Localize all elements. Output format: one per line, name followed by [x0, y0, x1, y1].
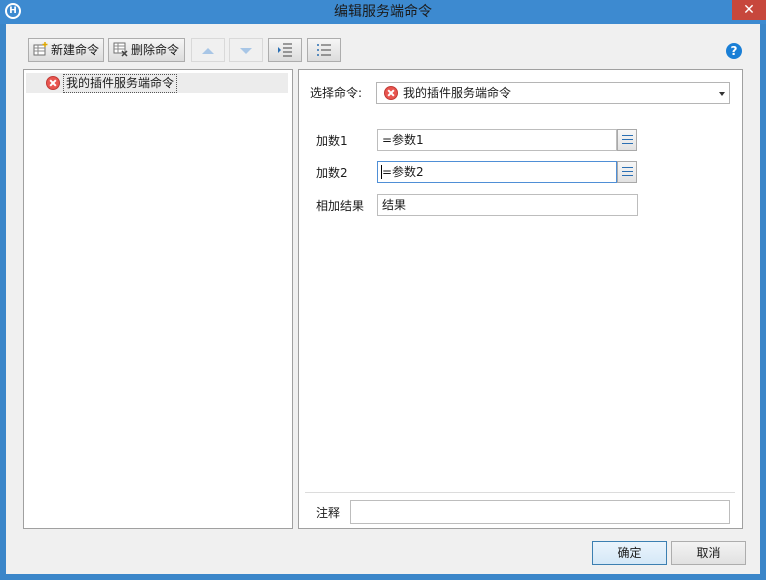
chevron-down-icon [719, 92, 725, 96]
new-command-icon [33, 42, 48, 56]
arrow-down-icon [240, 48, 252, 54]
delete-command-button[interactable]: 删除命令 [108, 38, 185, 62]
dialog-window: H 编辑服务端命令 ✕ 新建命令 删除命令 ? 我的插件服务端命令 选择命令: … [0, 0, 766, 580]
delete-command-icon [113, 42, 128, 57]
result-label: 相加结果 [316, 199, 365, 213]
command-tree[interactable]: 我的插件服务端命令 [23, 69, 293, 529]
error-circle-icon [384, 86, 398, 100]
tree-item-label: 我的插件服务端命令 [63, 74, 178, 93]
new-command-button[interactable]: 新建命令 [28, 38, 104, 62]
command-select-value: 我的插件服务端命令 [403, 86, 512, 100]
note-input[interactable] [350, 500, 730, 524]
move-up-button[interactable] [191, 38, 225, 62]
formula-edit-button-1[interactable] [617, 129, 637, 151]
param-label: 加数1 [316, 134, 348, 148]
outdent-button[interactable] [307, 38, 341, 62]
window-title: 编辑服务端命令 [334, 4, 432, 20]
command-select[interactable]: 我的插件服务端命令 [376, 82, 730, 104]
tree-item[interactable]: 我的插件服务端命令 [26, 73, 288, 93]
arrow-up-icon [202, 48, 214, 54]
help-icon[interactable]: ? [726, 43, 742, 59]
formula-edit-button-2[interactable] [617, 161, 637, 183]
note-label: 注释 [316, 506, 341, 520]
indent-icon [278, 43, 292, 57]
result-input[interactable]: 结果 [377, 194, 638, 216]
title-bar[interactable]: H 编辑服务端命令 ✕ [0, 0, 766, 24]
command-properties: 选择命令: 我的插件服务端命令 加数1 =参数1 加数2 =参数2 相加结果 结… [298, 69, 743, 529]
close-button[interactable]: ✕ [732, 0, 766, 20]
ok-button[interactable]: 确定 [592, 541, 667, 565]
param-input-1[interactable]: =参数1 [377, 129, 617, 151]
edit-formula-icon [622, 135, 633, 145]
divider [305, 492, 735, 493]
cancel-button[interactable]: 取消 [671, 541, 746, 565]
param-input-2[interactable]: =参数2 [377, 161, 617, 183]
edit-formula-icon [622, 167, 633, 177]
error-circle-icon [46, 76, 60, 90]
param-label: 加数2 [316, 166, 348, 180]
move-down-button[interactable] [229, 38, 263, 62]
dialog-content: 新建命令 删除命令 ? 我的插件服务端命令 选择命令: 我的插件服务端命令 加数… [6, 24, 760, 574]
select-command-label: 选择命令: [310, 86, 363, 100]
outdent-icon [317, 44, 331, 56]
indent-button[interactable] [268, 38, 302, 62]
